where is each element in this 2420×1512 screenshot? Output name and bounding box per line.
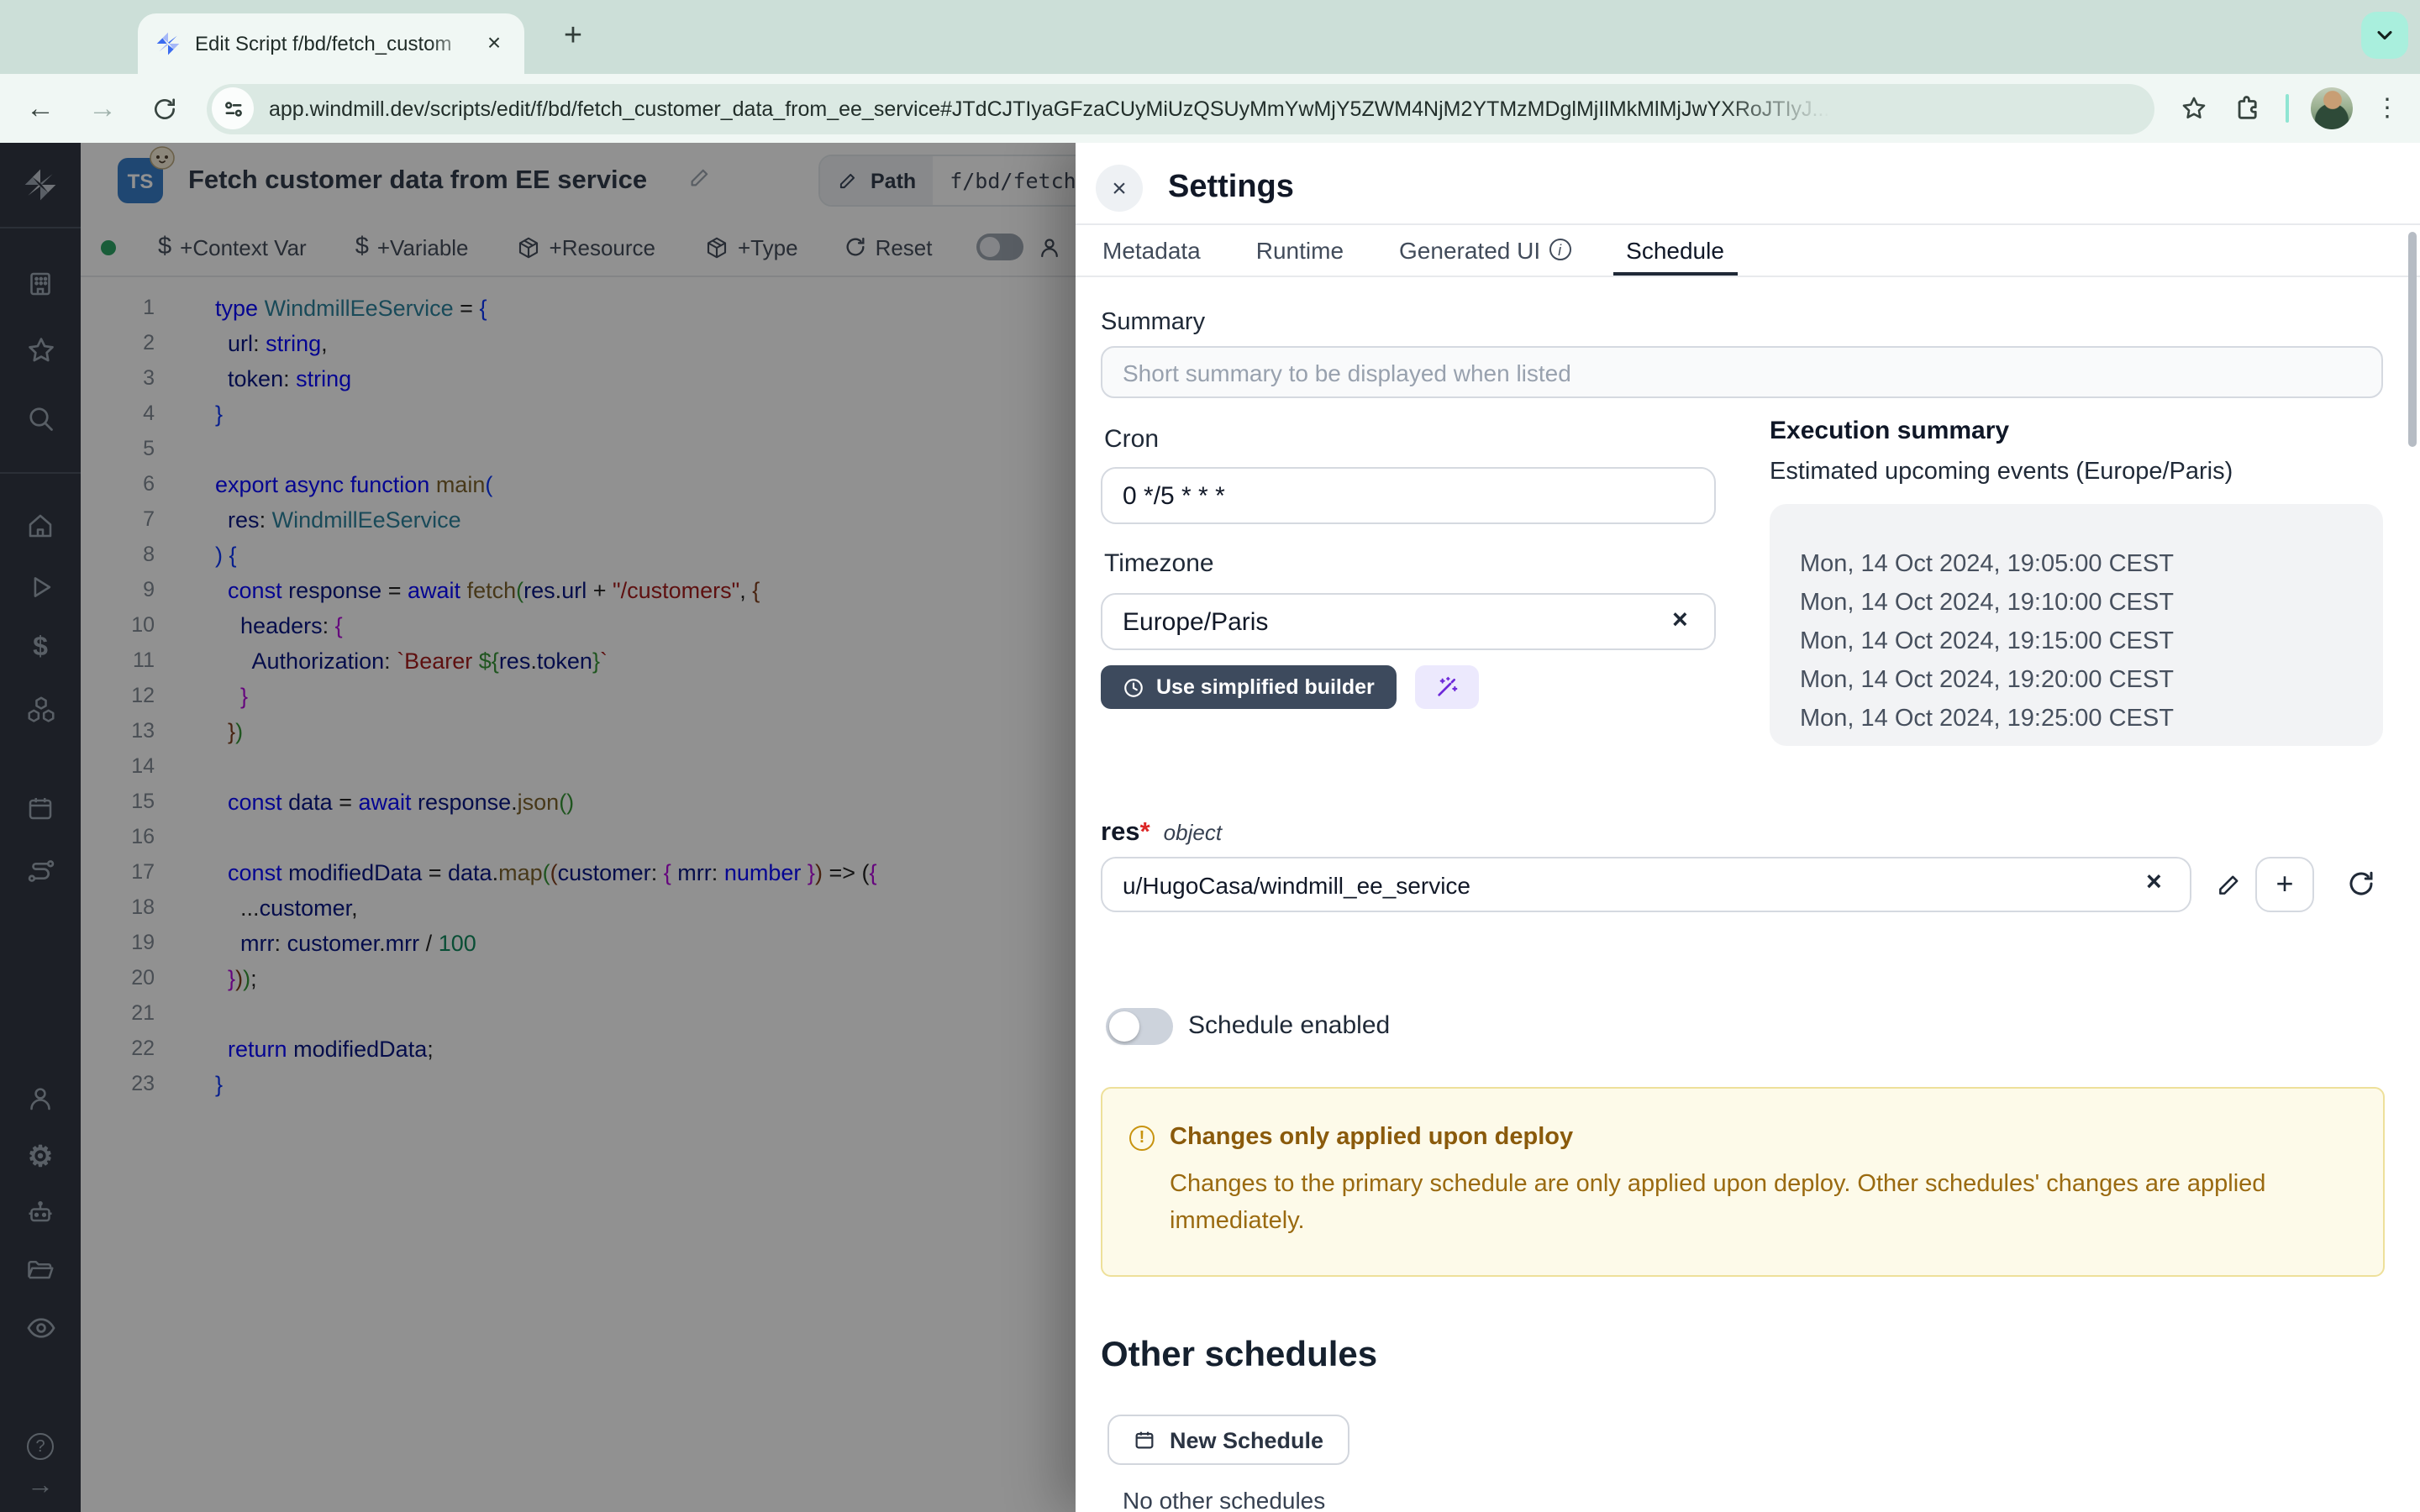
other-schedules-heading: Other schedules [1101, 1336, 1377, 1376]
summary-label: Summary [1101, 309, 1205, 336]
info-icon: i [1549, 239, 1570, 260]
summary-input[interactable] [1101, 346, 2383, 398]
screen: Edit Script f/bd/fetch_custom × + ← → ap… [0, 0, 2420, 1512]
reload-icon [151, 95, 178, 122]
execution-summary-title: Execution summary [1770, 417, 2009, 445]
upcoming-event: Mon, 14 Oct 2024, 19:05:00 CEST [1800, 546, 2383, 585]
upcoming-event: Mon, 14 Oct 2024, 19:10:00 CEST [1800, 585, 2383, 623]
schedule-enabled-toggle[interactable] [1106, 1008, 1173, 1045]
tab-label: Metadata [1102, 236, 1201, 263]
windmill-app: $ ⚙ ? [0, 143, 2420, 1512]
profile-avatar[interactable] [2311, 87, 2353, 129]
settings-drawer: × Settings Metadata Runtime Generated UI… [1076, 143, 2420, 1512]
tab-runtime[interactable]: Runtime [1243, 223, 1357, 276]
upcoming-event: Mon, 14 Oct 2024, 19:25:00 CEST [1800, 701, 2383, 739]
browser-toolbar: ← → app.windmill.dev/scripts/edit/f/bd/f… [0, 74, 2420, 143]
site-settings-icon[interactable] [212, 87, 254, 129]
tab-schedule[interactable]: Schedule [1612, 223, 1738, 276]
builder-button-label: Use simplified builder [1156, 675, 1375, 699]
star-icon [2180, 94, 2208, 123]
calendar-icon [1133, 1428, 1156, 1452]
browser-tabstrip: Edit Script f/bd/fetch_custom × + [0, 0, 2420, 74]
settings-tabs: Metadata Runtime Generated UI i Schedule [1089, 223, 1738, 276]
url-text: app.windmill.dev/scripts/edit/f/bd/fetch… [269, 97, 1829, 120]
tab-search-chevron-button[interactable] [2361, 12, 2408, 59]
back-button[interactable]: ← [24, 92, 57, 125]
add-resource-button[interactable]: + [2255, 857, 2314, 912]
tab-metadata[interactable]: Metadata [1089, 223, 1214, 276]
toolbar-separator [2286, 94, 2289, 123]
ai-cron-button[interactable] [1415, 665, 1479, 709]
cron-label: Cron [1104, 425, 1159, 454]
browser-menu-button[interactable]: ⋮ [2375, 100, 2400, 117]
settings-title: Settings [1168, 170, 1294, 207]
upcoming-event: Mon, 14 Oct 2024, 19:20:00 CEST [1800, 662, 2383, 701]
close-settings-button[interactable]: × [1096, 165, 1143, 212]
extensions-button[interactable] [2233, 94, 2262, 123]
schedule-enabled-label: Schedule enabled [1188, 1011, 1390, 1040]
no-other-schedules-text: No other schedules [1123, 1487, 1325, 1512]
warning-icon: ! [1129, 1126, 1155, 1151]
url-bar[interactable]: app.windmill.dev/scripts/edit/f/bd/fetch… [207, 83, 2154, 134]
windmill-favicon-icon [155, 30, 182, 57]
new-schedule-button[interactable]: New Schedule [1107, 1415, 1349, 1465]
res-resource-input[interactable] [1101, 857, 2191, 912]
res-type: object [1164, 820, 1222, 845]
clock-icon [1123, 676, 1144, 698]
drawer-backdrop[interactable] [0, 143, 1076, 1512]
edit-resource-button[interactable] [2208, 864, 2249, 904]
browser-tab[interactable]: Edit Script f/bd/fetch_custom × [138, 13, 524, 74]
new-schedule-label: New Schedule [1170, 1427, 1323, 1452]
timezone-clear-icon[interactable]: × [1672, 608, 1688, 635]
res-clear-icon[interactable]: × [2146, 870, 2162, 897]
magic-wand-icon [1434, 674, 1460, 701]
chevron-down-icon [2373, 24, 2396, 47]
use-simplified-builder-button[interactable]: Use simplified builder [1101, 665, 1397, 709]
reload-button[interactable] [148, 92, 182, 125]
timezone-label: Timezone [1104, 549, 1214, 578]
required-asterisk: * [1140, 818, 1150, 847]
puzzle-icon [2233, 94, 2262, 123]
drawer-scrollbar-thumb[interactable] [2408, 232, 2417, 447]
tab-close-icon[interactable]: × [481, 30, 508, 57]
tab-generated-ui[interactable]: Generated UI i [1386, 223, 1584, 276]
res-arg-label: res* object [1101, 818, 1222, 848]
warning-title: Changes only applied upon deploy [1170, 1124, 1573, 1151]
cron-input[interactable] [1101, 467, 1716, 524]
browser-actions: ⋮ [2154, 87, 2400, 129]
timezone-input[interactable] [1101, 593, 1716, 650]
res-name: res [1101, 818, 1140, 847]
divider [1076, 276, 2420, 277]
refresh-icon [2346, 869, 2376, 899]
deploy-warning-box: ! Changes only applied upon deploy Chang… [1101, 1087, 2385, 1277]
tab-label: Runtime [1256, 236, 1344, 263]
tab-label: Schedule [1626, 236, 1724, 263]
tab-title: Edit Script f/bd/fetch_custom [195, 32, 481, 55]
bookmark-star-button[interactable] [2180, 94, 2208, 123]
upcoming-events-box: Mon, 14 Oct 2024, 19:05:00 CEST Mon, 14 … [1770, 504, 2383, 746]
tab-label: Generated UI [1399, 236, 1540, 263]
refresh-resource-button[interactable] [2341, 864, 2381, 904]
new-tab-button[interactable]: + [555, 18, 592, 55]
forward-button[interactable]: → [86, 92, 119, 125]
pencil-icon [2214, 869, 2243, 898]
warning-body: Changes to the primary schedule are only… [1170, 1168, 2354, 1240]
upcoming-event: Mon, 14 Oct 2024, 19:15:00 CEST [1800, 623, 2383, 662]
execution-summary-subtitle: Estimated upcoming events (Europe/Paris) [1770, 459, 2233, 486]
